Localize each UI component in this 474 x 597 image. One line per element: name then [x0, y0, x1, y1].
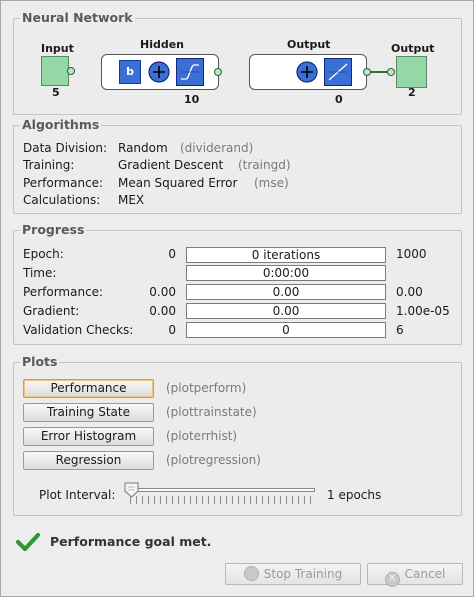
plot-interval-value: 1 epochs: [327, 488, 382, 502]
hidden-size: 10: [184, 93, 200, 106]
algorithm-row-label: Data Division:: [23, 141, 108, 155]
progress-row-end: 1.00e-05: [396, 304, 450, 318]
linear-transfer-icon: [324, 58, 352, 86]
hidden-sum-icon: [148, 61, 170, 83]
sigmoid-transfer-icon: [176, 58, 204, 86]
input-node: [41, 56, 69, 86]
bias-label: b: [126, 65, 134, 78]
input-connector-dot: [67, 67, 75, 75]
slider-ticks: [130, 496, 314, 504]
output-layer-title: Output: [287, 38, 331, 51]
output-size: 2: [408, 86, 416, 99]
bias-block: b: [119, 60, 141, 84]
output-connector-dot: [363, 68, 371, 76]
output-title: Output: [391, 42, 435, 55]
algorithm-row-func: (dividerand): [180, 141, 254, 155]
algorithm-row-value: Mean Squared Error: [118, 176, 238, 190]
progress-row-label: Time:: [23, 266, 57, 280]
algorithm-row-func: (traingd): [238, 158, 291, 172]
network-diagram: Input 5 Hidden b 10 Output 0 Output 2: [13, 18, 462, 115]
progress-row-label: Performance:: [23, 285, 104, 299]
status-text: Performance goal met.: [50, 534, 212, 549]
input-size: 5: [52, 86, 60, 99]
algorithm-row-value: MEX: [118, 193, 145, 207]
output-sum-icon: [296, 61, 318, 83]
progress-legend: Progress: [20, 222, 87, 237]
algorithm-row-func: (mse): [254, 176, 289, 190]
input-title: Input: [41, 42, 74, 55]
algorithm-row-label: Training:: [23, 158, 75, 172]
progress-row-start: 0: [168, 323, 176, 337]
nntraintool-window: Neural Network Input 5 Hidden b 10 Outpu…: [0, 0, 474, 597]
output-node: [396, 56, 427, 88]
output-arrow-dot: [387, 68, 395, 76]
validation-progress-bar: 0: [186, 322, 386, 338]
slider-thumb-icon[interactable]: [124, 482, 139, 498]
algorithm-row-value: Gradient Descent: [118, 158, 224, 172]
algorithms-legend: Algorithms: [20, 117, 102, 132]
gradient-progress-bar: 0.00: [186, 303, 386, 319]
check-icon: [16, 532, 40, 552]
algorithm-row-label: Performance:: [23, 176, 104, 190]
algorithm-row-value: Random: [118, 141, 168, 155]
progress-row-start: 0.00: [149, 285, 176, 299]
cancel-button[interactable]: ✕ Cancel: [367, 563, 463, 587]
close-icon: ✕: [384, 572, 400, 587]
plot-func-label: (plotregression): [166, 453, 261, 467]
algorithm-row-label: Calculations:: [23, 193, 101, 207]
progress-row-end: 6: [396, 323, 404, 337]
hidden-connector-dot: [214, 68, 222, 76]
training-state-plot-button[interactable]: Training State: [23, 403, 154, 422]
stop-training-button[interactable]: Stop Training: [225, 563, 361, 585]
slider-track: [127, 488, 315, 492]
epoch-progress-bar: 0 iterations: [186, 247, 386, 263]
progress-row-start: 0: [168, 247, 176, 261]
progress-row-label: Gradient:: [23, 304, 80, 318]
plot-func-label: (plottrainstate): [166, 405, 257, 419]
time-progress-bar: 0:00:00: [186, 265, 386, 281]
progress-row-end: 0.00: [396, 285, 423, 299]
progress-panel: Progress Epoch: 0 0 iterations 1000 Time…: [13, 222, 462, 345]
progress-row-start: 0.00: [149, 304, 176, 318]
hidden-title: Hidden: [140, 38, 185, 51]
progress-row-label: Validation Checks:: [23, 323, 134, 337]
progress-row-label: Epoch:: [23, 247, 64, 261]
plots-legend: Plots: [20, 354, 60, 369]
error-histogram-plot-button[interactable]: Error Histogram: [23, 427, 154, 446]
output-layer-size: 0: [335, 93, 343, 106]
progress-row-end: 1000: [396, 247, 427, 261]
plots-panel: Plots Performance (plotperform) Training…: [13, 354, 462, 516]
algorithms-panel: Algorithms Data Division: Random (divide…: [13, 117, 462, 214]
regression-plot-button[interactable]: Regression: [23, 451, 154, 470]
plot-interval-slider[interactable]: [124, 481, 317, 509]
stop-training-label: Stop Training: [263, 567, 343, 581]
cancel-label: Cancel: [404, 567, 446, 581]
plot-func-label: (plotperform): [166, 381, 247, 395]
performance-progress-bar: 0.00: [186, 284, 386, 300]
plot-interval-label: Plot Interval:: [39, 488, 116, 502]
plot-func-label: (ploterrhist): [166, 429, 238, 443]
stop-icon: [243, 566, 259, 581]
performance-plot-button[interactable]: Performance: [23, 379, 154, 398]
